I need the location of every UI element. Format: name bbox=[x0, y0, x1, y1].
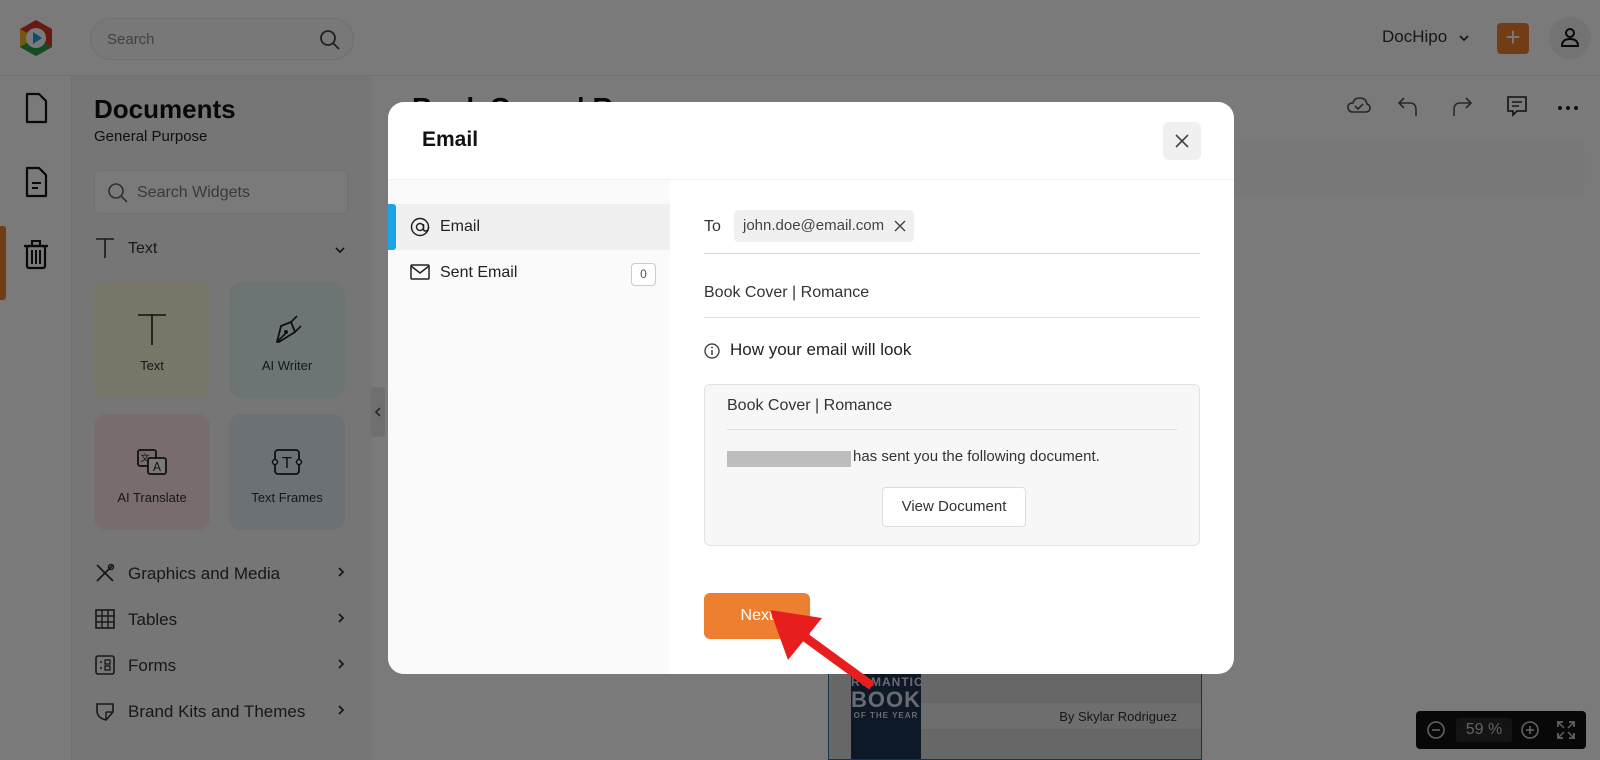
recipient-chip: john.doe@email.com bbox=[734, 210, 915, 242]
dialog-header: Email bbox=[388, 102, 1234, 180]
dialog-title: Email bbox=[422, 128, 479, 151]
redacted-sender-name bbox=[727, 451, 851, 467]
to-label: To bbox=[704, 218, 721, 235]
at-sign-icon bbox=[410, 217, 430, 237]
sent-count-badge: 0 bbox=[631, 263, 656, 286]
email-preview: Book Cover | Romance has sent you the fo… bbox=[704, 384, 1200, 546]
preview-heading-text: How your email will look bbox=[730, 340, 912, 359]
dialog-sidebar: Email Sent Email 0 bbox=[388, 180, 670, 674]
tab-sent-email[interactable]: Sent Email 0 bbox=[388, 250, 670, 296]
envelope-icon bbox=[410, 264, 430, 280]
info-icon bbox=[704, 343, 720, 359]
subject-input[interactable]: Book Cover | Romance bbox=[704, 276, 1200, 318]
tab-label: Email bbox=[440, 218, 481, 235]
recipient-email: john.doe@email.com bbox=[743, 217, 885, 234]
annotation-arrow-icon bbox=[770, 610, 875, 690]
preview-title: Book Cover | Romance bbox=[727, 397, 893, 414]
email-dialog: Email Email Sent Email 0 To john.doe@ema… bbox=[388, 102, 1234, 674]
close-button[interactable] bbox=[1163, 122, 1201, 160]
recipients-field[interactable]: To john.doe@email.com bbox=[704, 210, 1200, 254]
email-form: To john.doe@email.com Book Cover | Roman… bbox=[670, 180, 1234, 674]
close-icon bbox=[1175, 134, 1189, 148]
subject-value: Book Cover | Romance bbox=[704, 284, 870, 301]
preview-divider bbox=[727, 429, 1177, 430]
remove-recipient-icon[interactable] bbox=[894, 220, 906, 232]
tab-email[interactable]: Email bbox=[388, 204, 670, 250]
view-document-button[interactable]: View Document bbox=[882, 487, 1026, 527]
tab-label: Sent Email bbox=[440, 264, 518, 281]
preview-message: has sent you the following document. bbox=[853, 448, 1100, 465]
